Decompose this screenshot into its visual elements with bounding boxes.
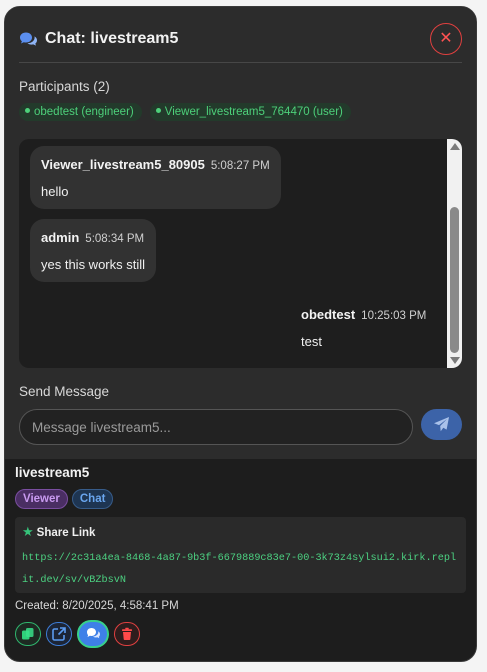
chat-header: Chat: livestream5 ✕ [19,23,462,67]
message-input[interactable] [19,409,413,445]
badge-row: Viewer Chat [15,489,466,509]
participant-name: Viewer_livestream5_764470 (user) [164,106,343,118]
message-bubble: Viewer_livestream5_80905 5:08:27 PM hello [30,146,281,209]
stream-title: livestream5 [15,465,90,480]
message-time: 5:08:34 PM [85,233,145,245]
participant-chip: Viewer_livestream5_764470 (user) [149,103,351,121]
header-divider [19,62,462,63]
share-link-heading: ★ Share Link [22,524,458,540]
star-icon: ★ [22,524,34,539]
participant-chip: obedtest (engineer) [19,103,142,121]
message-text: test [301,334,322,349]
external-link-icon [52,627,66,641]
action-buttons [15,620,466,648]
chat-modal: Chat: livestream5 ✕ Participants (2) obe… [5,7,476,459]
chat-badge: Chat [71,489,114,509]
online-dot-icon [155,108,161,114]
close-icon: ✕ [439,30,453,47]
created-date: Created: 8/20/2025, 4:58:41 PM [15,600,179,612]
chat-bubbles-icon [19,31,41,49]
participant-name: obedtest (engineer) [34,106,134,118]
scrollbar-thumb[interactable] [450,207,459,353]
share-link-title: Share Link [36,527,96,539]
share-link-url[interactable]: https://2c31a4ea-8468-4a87-9b3f-6679889c… [22,548,458,592]
message-author: admin [41,230,80,245]
chat-icon [87,628,100,639]
livestream-panel: Chat: livestream5 ✕ Participants (2) obe… [4,6,477,662]
scrollbar[interactable] [447,139,462,368]
copy-icon [22,628,34,640]
scroll-up-arrow-icon[interactable] [450,143,460,150]
send-button[interactable] [421,409,462,440]
share-link-box: ★ Share Link https://2c31a4ea-8468-4a87-9… [15,517,466,593]
viewer-badge: Viewer [15,489,68,509]
send-icon [434,417,449,432]
participants-label: Participants (2) [19,79,110,94]
message-time: 10:25:03 PM [361,310,427,322]
chat-title: Chat: livestream5 [45,30,179,47]
trash-icon [122,627,132,641]
message-author: Viewer_livestream5_80905 [41,157,205,172]
stream-card: livestream5 Viewer Chat ★ Share Link http… [15,465,466,648]
message-bubble: admin 5:08:34 PM yes this works still [30,219,157,282]
scroll-down-arrow-icon[interactable] [450,357,460,364]
copy-button[interactable] [15,622,41,646]
online-dot-icon [25,108,30,114]
chat-button[interactable] [77,620,109,648]
message-list[interactable]: Viewer_livestream5_80905 5:08:27 PM hello… [19,139,462,368]
delete-button[interactable] [114,622,140,646]
message-bubble: obedtest 10:25:03 PM test [290,296,437,359]
message-author: obedtest [301,307,356,322]
message-time: 5:08:27 PM [210,160,270,172]
close-button[interactable]: ✕ [430,23,462,55]
message-text: hello [41,184,69,199]
participant-list: obedtest (engineer) Viewer_livestream5_7… [19,103,351,121]
open-link-button[interactable] [46,622,72,646]
message-text: yes this works still [41,257,146,272]
send-message-label: Send Message [19,384,110,399]
